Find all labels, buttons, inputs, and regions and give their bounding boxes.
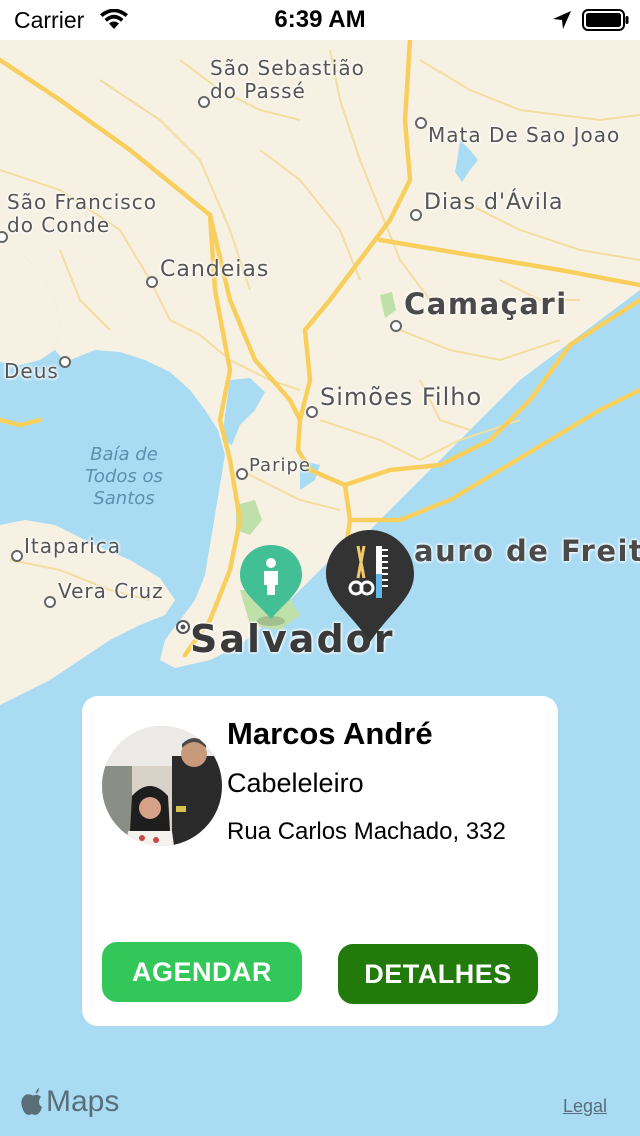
- clock: 6:39 AM: [274, 6, 366, 33]
- barber-role: Cabeleleiro: [227, 768, 364, 798]
- barber-shop-pin[interactable]: [324, 528, 416, 646]
- scissors-comb-pin-icon: [326, 530, 414, 642]
- avatar: [102, 726, 222, 846]
- user-location-pin[interactable]: [238, 543, 304, 627]
- status-bar: Carrier 6:39 AM: [0, 0, 640, 40]
- city-label-itaparica: Itaparica: [24, 534, 121, 558]
- city-label-camacari: Camaçari: [404, 287, 568, 321]
- apple-maps-logo: Maps: [20, 1085, 119, 1119]
- barber-address: Rua Carlos Machado, 332: [227, 818, 506, 845]
- city-label-simoes-filho: Simões Filho: [320, 383, 483, 411]
- city-label-candeias: Candeias: [160, 257, 270, 282]
- city-label-dias-davila: Dias d'Ávila: [424, 190, 564, 215]
- agendar-button[interactable]: AGENDAR: [102, 942, 302, 1002]
- city-label-vera-cruz: Vera Cruz: [58, 579, 164, 603]
- city-label-sao-francisco: São Francisco do Conde: [7, 190, 157, 237]
- city-label-paripe: Paripe: [249, 455, 311, 476]
- maps-label: Maps: [46, 1085, 120, 1118]
- city-label-sao-sebastiao: São Sebastião do Passé: [210, 56, 365, 103]
- city-label-deus: Deus: [4, 359, 59, 383]
- water-label-baia: Baía de Todos os Santos: [85, 444, 163, 509]
- apple-icon: [21, 1088, 42, 1115]
- person-pin-icon: [240, 545, 302, 626]
- location-arrow-icon: [552, 10, 572, 35]
- barber-info-card[interactable]: Marcos André Cabeleleiro Rua Carlos Mach…: [82, 696, 558, 1026]
- barber-name: Marcos André: [227, 716, 433, 751]
- battery-icon: [582, 9, 630, 36]
- city-label-lauro-de-freitas: auro de Freit: [414, 534, 640, 568]
- legal-link[interactable]: Legal: [563, 1096, 607, 1117]
- detalhes-button[interactable]: DETALHES: [338, 944, 538, 1004]
- city-label-mata-de-sao-joao: Mata De Sao Joao: [428, 123, 621, 147]
